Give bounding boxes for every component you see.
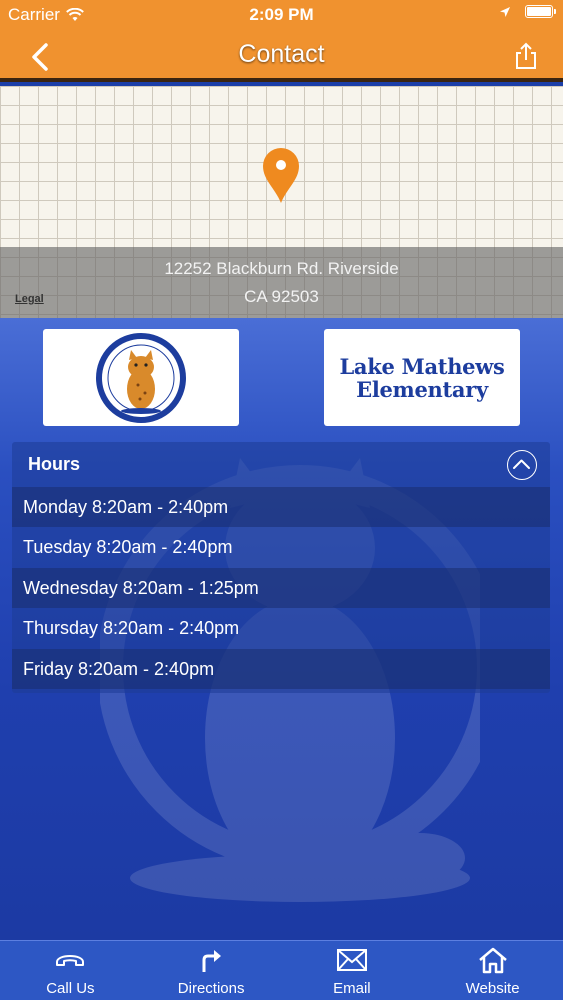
tab-label-email: Email [333,980,371,997]
content-area: Lake Mathews Elementary Hours Monday 8:2… [0,318,563,940]
hours-row-wednesday: Wednesday 8:20am - 1:25pm [12,568,550,608]
school-name-logo: Lake Mathews Elementary [324,329,520,426]
school-seal-logo [43,329,239,426]
tab-call-us[interactable]: Call Us [0,941,141,1000]
envelope-icon [336,949,367,971]
hours-row-friday: Friday 8:20am - 2:40pm [12,649,550,689]
hours-row-monday: Monday 8:20am - 2:40pm [12,487,550,527]
brand-line-1: Lake Mathews [339,353,505,379]
legal-link[interactable]: Legal [15,293,44,305]
chevron-up-icon [513,459,530,469]
share-icon[interactable] [511,40,541,74]
tab-label-directions: Directions [177,980,245,997]
location-arrow-icon [500,6,510,17]
nav-header: Carrier 2:09 PM Contact [0,0,563,82]
map-pin-icon[interactable] [261,146,301,206]
address-line-1: 12252 Blackburn Rd. Riverside [164,259,399,278]
tab-email[interactable]: Email [282,941,423,1000]
battery-icon [525,5,556,18]
hours-title: Hours [28,454,81,474]
status-time: 2:09 PM [249,5,314,24]
phone-icon [56,955,85,966]
directions-icon [202,950,222,972]
brand-line-2: Elementary [356,376,488,402]
page-title: Contact [238,40,325,68]
address-overlay: 12252 Blackburn Rd. Riverside CA 92503 [0,247,563,318]
bobcat-seal-icon [96,332,186,423]
hours-panel: Hours Monday 8:20am - 2:40pm Tuesday 8:2… [12,442,550,693]
tab-label-call-us: Call Us [46,980,95,997]
collapse-button[interactable] [507,450,537,480]
status-bar: Carrier 2:09 PM [0,0,563,30]
hours-row-thursday: Thursday 8:20am - 2:40pm [23,618,240,638]
tab-website[interactable]: Website [422,941,563,1000]
map-view[interactable]: 12252 Blackburn Rd. Riverside CA 92503 L… [0,86,563,318]
hours-row-tuesday: Tuesday 8:20am - 2:40pm [23,537,233,557]
tab-label-website: Website [465,980,520,997]
home-icon [478,947,507,974]
status-right [499,5,556,18]
tab-bar: Call Us Directions Email Website [0,940,563,1000]
tab-directions[interactable]: Directions [141,941,282,1000]
address-line-2: CA 92503 [244,287,319,306]
hours-header[interactable]: Hours [12,442,550,487]
